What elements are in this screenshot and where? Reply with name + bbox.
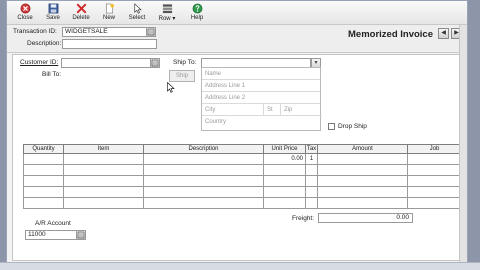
ship-name-field[interactable]: Name (202, 68, 320, 80)
column-header-amount: Amount (317, 144, 408, 154)
new-label: New (102, 15, 115, 21)
line-items-table: Quantity Item Description Unit Price Tax… (23, 144, 462, 209)
drop-ship-label: Drop Ship (338, 123, 367, 130)
select-icon (133, 3, 142, 14)
column-header-item: Item (63, 144, 144, 154)
cell-quantity[interactable] (23, 153, 64, 165)
row-icon (162, 4, 172, 14)
column-header-tax: Tax (305, 144, 318, 154)
customer-id-field[interactable] (61, 58, 151, 68)
toolbar: Close Save Delete New Select Row ▾ Help (7, 1, 467, 25)
lookup-icon (147, 28, 155, 36)
transaction-id-lookup-button[interactable] (146, 27, 156, 37)
delete-button[interactable]: Delete (67, 1, 95, 25)
cell-unit-price[interactable]: 0.00 (263, 153, 306, 165)
column-header-quantity: Quantity (23, 144, 64, 154)
cell-tax[interactable]: 1 (305, 153, 318, 165)
mouse-cursor-icon (167, 82, 175, 93)
bill-to-label: Bill To: (42, 71, 62, 78)
column-header-description: Description (143, 144, 264, 154)
description-field[interactable] (62, 39, 157, 49)
ship-address-line1-field[interactable]: Address Line 1 (202, 80, 320, 92)
ar-account-lookup-button[interactable] (76, 230, 86, 240)
cell-description[interactable] (143, 153, 264, 165)
transaction-id-label: Transaction ID: (13, 28, 57, 35)
ship-address-block: Name Address Line 1 Address Line 2 City … (201, 67, 322, 131)
column-header-job: Job (407, 144, 462, 154)
ar-account-field[interactable]: 11000 (25, 230, 77, 240)
save-label: Save (46, 15, 60, 21)
header-strip: Transaction ID: WIDGETSALE Description: … (7, 25, 467, 53)
ship-button[interactable]: Ship (169, 70, 195, 82)
save-button[interactable]: Save (39, 1, 67, 25)
lookup-icon (151, 59, 159, 67)
chevron-down-icon: ▾ (314, 60, 318, 66)
transaction-id-field[interactable]: WIDGETSALE (62, 27, 147, 37)
table-row[interactable] (23, 164, 462, 176)
freight-label: Freight: (292, 215, 315, 222)
customer-id-label: Customer ID: (20, 59, 59, 66)
table-row[interactable] (23, 175, 462, 187)
save-icon (48, 3, 58, 14)
table-row[interactable]: 0.00 1 (23, 153, 462, 165)
ar-account-label: A/R Account (35, 220, 71, 227)
cell-item[interactable] (63, 153, 144, 165)
vertical-scrollbar[interactable] (459, 25, 467, 263)
drop-ship-checkbox[interactable] (328, 123, 335, 130)
background-window-strip (0, 262, 480, 270)
help-icon (192, 3, 202, 14)
select-button[interactable]: Select (123, 1, 151, 25)
delete-icon (76, 3, 86, 14)
ship-zip-field[interactable]: Zip (281, 104, 322, 116)
table-row[interactable] (23, 197, 462, 209)
table-header-row: Quantity Item Description Unit Price Tax… (23, 144, 462, 154)
column-header-unit-price: Unit Price (263, 144, 306, 154)
close-icon (20, 3, 30, 14)
page-title: Memorized Invoice (348, 29, 433, 40)
freight-field[interactable]: 0.00 (318, 213, 413, 223)
row-button[interactable]: Row ▾ (151, 1, 183, 25)
previous-record-button[interactable]: ◀ (438, 28, 449, 39)
ship-address-line2-field[interactable]: Address Line 2 (202, 92, 320, 104)
row-label: Row ▾ (158, 16, 176, 22)
table-row[interactable] (23, 186, 462, 198)
ship-state-field[interactable]: St (264, 104, 281, 116)
new-button[interactable]: New (95, 1, 123, 25)
ship-city-field[interactable]: City (202, 104, 264, 116)
select-label: Select (128, 15, 146, 21)
invoice-form: Customer ID: Bill To: Ship To: ▾ Ship Na… (12, 54, 464, 261)
lookup-icon (77, 231, 85, 239)
ship-to-label: Ship To: (173, 59, 197, 66)
ship-country-field[interactable]: Country (202, 116, 320, 128)
cell-amount[interactable] (317, 153, 408, 165)
description-label: Description: (27, 40, 62, 47)
arrow-left-icon: ◀ (441, 30, 446, 36)
customer-id-lookup-button[interactable] (150, 58, 160, 68)
close-label: Close (17, 15, 33, 21)
close-button[interactable]: Close (11, 1, 39, 25)
cell-job[interactable] (407, 153, 462, 165)
help-button[interactable]: Help (183, 1, 211, 25)
delete-label: Delete (72, 15, 90, 21)
memorized-invoice-window: Close Save Delete New Select Row ▾ Help … (6, 0, 468, 264)
help-label: Help (190, 15, 204, 21)
new-icon (105, 3, 114, 14)
